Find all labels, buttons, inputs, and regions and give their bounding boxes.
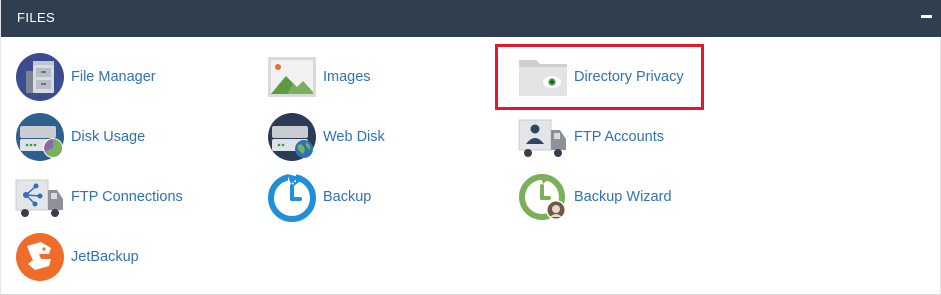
item-label: Backup [323,189,372,205]
jetbackup-icon [16,233,64,281]
item-label: Backup Wizard [574,189,672,205]
jetbackup-link[interactable]: JetBackup [15,232,139,282]
item-label: Images [323,69,371,85]
section-title: FILES [17,10,56,25]
backup-link[interactable]: Backup [267,172,371,222]
item-label: JetBackup [71,249,139,265]
disk-usage-link[interactable]: Disk Usage [15,112,145,162]
item-label: File Manager [71,69,156,85]
minus-icon[interactable] [921,15,932,18]
item-label: Web Disk [323,129,385,145]
ftp-connections-icon [15,179,63,217]
ftp-accounts-icon [518,119,566,157]
disk-usage-icon [16,113,64,161]
highlight-box [495,44,704,110]
item-label: FTP Accounts [574,129,664,145]
ftp-accounts-link[interactable]: FTP Accounts [518,112,664,162]
images-link[interactable]: Images [267,52,371,102]
ftp-connections-link[interactable]: FTP Connections [15,172,183,222]
backup-wizard-icon [519,174,566,220]
web-disk-icon [268,113,316,161]
file-manager-link[interactable]: File Manager [15,52,156,102]
web-disk-link[interactable]: Web Disk [267,112,385,162]
backup-wizard-link[interactable]: Backup Wizard [518,172,672,222]
files-panel: FILES File Manager Images Directory Priv… [0,0,941,295]
item-label: Disk Usage [71,129,146,145]
backup-icon [268,172,316,222]
images-icon [268,57,316,97]
files-section-header[interactable]: FILES [1,0,941,37]
file-manager-icon [16,53,64,101]
item-label: FTP Connections [71,189,183,205]
